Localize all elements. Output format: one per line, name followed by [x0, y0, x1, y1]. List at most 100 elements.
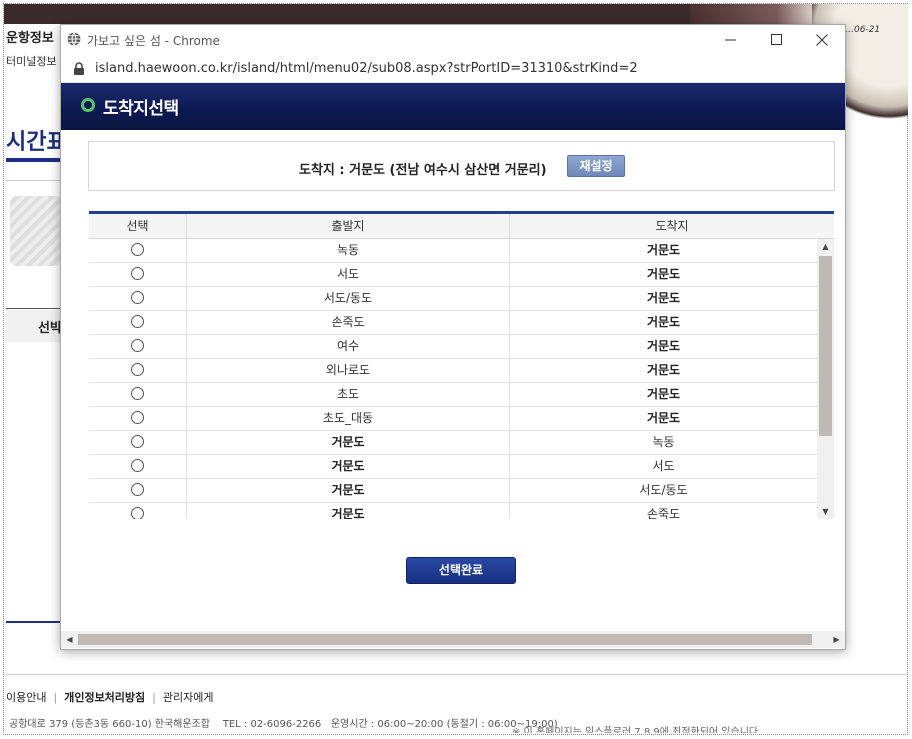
footer-link-admin[interactable]: 관리자에게: [163, 691, 214, 704]
route-radio-button[interactable]: [131, 387, 144, 400]
table-row[interactable]: 초도 거문도: [89, 383, 817, 407]
departure-cell: 서도: [187, 263, 510, 286]
confirm-selection-button[interactable]: 선택완료: [406, 557, 516, 584]
select-cell: [89, 287, 187, 310]
popup-header: 도착지선택: [61, 83, 845, 130]
background-nav-terminal-info[interactable]: 터미널정보: [6, 53, 57, 69]
scroll-down-arrow-icon[interactable]: ▼: [817, 504, 834, 519]
background-footer-address: 공항대로 379 (등촌3동 660-10) 한국해운조합 TEL : 02-6…: [9, 715, 558, 730]
select-cell: [89, 479, 187, 502]
table-row[interactable]: 녹동 거문도: [89, 239, 817, 263]
route-radio-button[interactable]: [131, 339, 144, 352]
globe-icon: [67, 32, 81, 46]
column-header-select: 선택: [89, 214, 187, 238]
table-row[interactable]: 거문도 서도/동도: [89, 479, 817, 503]
vertical-scrollbar[interactable]: ▲ ▼: [817, 239, 834, 519]
departure-cell: 서도/동도: [187, 287, 510, 310]
background-footer-links: 이용안내 | 개인정보처리방침 | 관리자에게: [6, 691, 214, 704]
address-bar[interactable]: island.haewoon.co.kr/island/html/menu02/…: [61, 54, 845, 83]
footer-link-privacy[interactable]: 개인정보처리방침: [64, 691, 145, 704]
departure-cell: 초도_대동: [187, 407, 510, 430]
select-cell: [89, 311, 187, 334]
departure-cell: 여수: [187, 335, 510, 358]
table-row[interactable]: 외나로도 거문도: [89, 359, 817, 383]
arrival-cell: 거문도: [646, 291, 681, 305]
departure-cell: 외나로도: [187, 359, 510, 382]
minimize-icon: [724, 39, 736, 41]
table-row[interactable]: 초도_대동 거문도: [89, 407, 817, 431]
table-row[interactable]: 거문도 녹동: [89, 431, 817, 455]
route-radio-button[interactable]: [131, 483, 144, 496]
scroll-left-arrow-icon[interactable]: ◀: [61, 631, 78, 648]
background-ticket-text: …06-21: [845, 25, 881, 35]
departure-cell: 녹동: [187, 239, 510, 262]
table-body[interactable]: 녹동 거문도 서도 거문도 서도/동도 거문도 손죽도 거문도 여수 거문도 외나로도 거문도 초도 거문…: [89, 239, 817, 519]
destination-summary-box: 도착지 : 거문도 (전남 여수시 삼산면 거문리) 재설정: [88, 141, 835, 191]
route-radio-button[interactable]: [131, 459, 144, 472]
arrival-cell: 손죽도: [646, 507, 681, 519]
scroll-right-arrow-icon[interactable]: ▶: [828, 631, 845, 648]
arrival-cell: 거문도: [646, 243, 681, 257]
scroll-up-arrow-icon[interactable]: ▲: [817, 239, 834, 254]
horizontal-scroll-thumb[interactable]: [78, 634, 812, 645]
close-button[interactable]: [799, 25, 845, 54]
table-row[interactable]: 여수 거문도: [89, 335, 817, 359]
departure-cell: 거문도: [187, 479, 510, 502]
minimize-button[interactable]: [707, 25, 753, 54]
destination-label: 도착지 : 거문도 (전남 여수시 삼산면 거문리): [299, 163, 547, 178]
background-nav-operation-info[interactable]: 운항정보: [6, 27, 54, 46]
arrival-cell: 서도: [652, 459, 675, 473]
reset-button[interactable]: 재설정: [567, 155, 625, 177]
column-header-departure: 출발지: [187, 214, 510, 238]
url-text[interactable]: island.haewoon.co.kr/island/html/menu02/…: [95, 61, 638, 76]
departure-cell: 손죽도: [187, 311, 510, 334]
background-illustration: [10, 196, 62, 266]
departure-cell: 거문도: [187, 503, 510, 519]
background-divider: [6, 180, 62, 181]
departure-cell: 초도: [187, 383, 510, 406]
route-radio-button[interactable]: [131, 267, 144, 280]
popup-title: 도착지선택: [103, 99, 179, 119]
select-cell: [89, 263, 187, 286]
background-title-underline: [6, 158, 64, 162]
select-cell: [89, 359, 187, 382]
popup-window: 가보고 싶은 섬 - Chrome island.haewoon.co.kr/i…: [60, 24, 846, 650]
select-cell: [89, 455, 187, 478]
select-cell: [89, 503, 187, 519]
horizontal-scrollbar[interactable]: ◀ ▶: [61, 631, 845, 648]
route-radio-button[interactable]: [131, 507, 144, 519]
arrival-cell: 거문도: [646, 315, 681, 329]
vertical-scroll-thumb[interactable]: [819, 256, 832, 436]
window-title: 가보고 싶은 섬 - Chrome: [87, 34, 220, 48]
table-row[interactable]: 거문도 서도: [89, 455, 817, 479]
arrival-cell: 서도/동도: [639, 483, 688, 497]
background-footer-divider: [6, 674, 906, 675]
arrival-cell: 거문도: [646, 339, 681, 353]
arrival-cell: 거문도: [646, 411, 681, 425]
route-radio-button[interactable]: [131, 243, 144, 256]
arrival-cell: 거문도: [646, 267, 681, 281]
departure-cell: 거문도: [187, 455, 510, 478]
footer-link-usage[interactable]: 이용안내: [6, 691, 46, 704]
background-side-label: 선박: [6, 310, 62, 342]
arrival-cell: 녹동: [652, 435, 675, 449]
table-row[interactable]: 서도 거문도: [89, 263, 817, 287]
table-row[interactable]: 거문도 손죽도: [89, 503, 817, 519]
window-titlebar[interactable]: 가보고 싶은 섬 - Chrome: [61, 25, 845, 54]
departure-cell: 거문도: [187, 431, 510, 454]
route-radio-button[interactable]: [131, 411, 144, 424]
background-footer-note: ※ 이 홈페이지는 익스플로러 7.8.9에 최적화되어 있습니다: [512, 727, 759, 733]
route-radio-button[interactable]: [131, 291, 144, 304]
select-cell: [89, 335, 187, 358]
footer-tel: TEL : 02-6096-2266: [222, 719, 322, 730]
select-cell: [89, 407, 187, 430]
popup-content: 도착지선택 도착지 : 거문도 (전남 여수시 삼산면 거문리) 재설정 선택 …: [61, 83, 845, 649]
select-cell: [89, 431, 187, 454]
route-radio-button[interactable]: [131, 435, 144, 448]
arrival-cell: 거문도: [646, 387, 681, 401]
table-row[interactable]: 서도/동도 거문도: [89, 287, 817, 311]
maximize-button[interactable]: [753, 25, 799, 54]
route-radio-button[interactable]: [131, 363, 144, 376]
table-row[interactable]: 손죽도 거문도: [89, 311, 817, 335]
route-radio-button[interactable]: [131, 315, 144, 328]
